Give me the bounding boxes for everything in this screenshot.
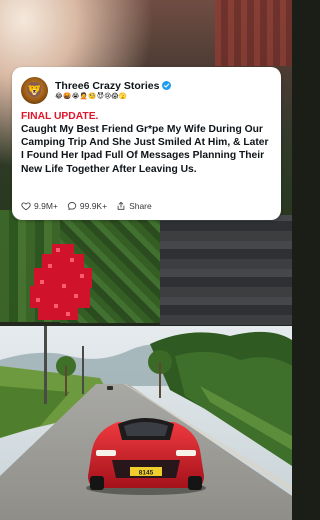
driving-game-scene: 8145 xyxy=(0,326,292,520)
share-icon xyxy=(117,201,125,210)
distant-car xyxy=(107,386,113,390)
post-actions: 9.9M+ 99.9K+ Share xyxy=(21,199,272,213)
update-label: FINAL UPDATE. xyxy=(21,111,99,122)
heart-icon xyxy=(21,202,31,211)
avatar[interactable]: 🦁 xyxy=(21,76,48,104)
verified-badge-icon xyxy=(162,81,172,90)
share-button[interactable]: Share xyxy=(116,201,152,211)
stone-blocks xyxy=(160,215,292,325)
comment-button[interactable]: 99.9K+ xyxy=(67,201,107,211)
like-button[interactable]: 9.9M+ xyxy=(21,201,58,211)
post-card[interactable]: 🦁 Three6 Crazy Stories 😂🤬😭🤦🧐😈😢😱🫣 FINAL U… xyxy=(12,67,281,220)
red-berry-bush xyxy=(30,244,92,320)
post-body: Caught My Best Friend Gr*pe My Wife Duri… xyxy=(21,124,269,175)
post-header: 🦁 Three6 Crazy Stories 😂🤬😭🤦🧐😈😢😱🫣 xyxy=(21,75,272,105)
wood-blocks xyxy=(215,0,292,66)
like-count: 9.9M+ xyxy=(34,201,58,211)
emoji-line: 😂🤬😭🤦🧐😈😢😱🫣 xyxy=(55,92,128,100)
comment-count: 99.9K+ xyxy=(79,201,108,211)
account-info: Three6 Crazy Stories 😂🤬😭🤦🧐😈😢😱🫣 xyxy=(55,80,172,101)
lion-avatar-icon: 🦁 xyxy=(25,82,44,99)
comment-icon xyxy=(67,202,77,210)
account-name[interactable]: Three6 Crazy Stories xyxy=(55,80,159,92)
license-plate: 8145 xyxy=(139,470,154,477)
share-label: Share xyxy=(129,201,152,211)
